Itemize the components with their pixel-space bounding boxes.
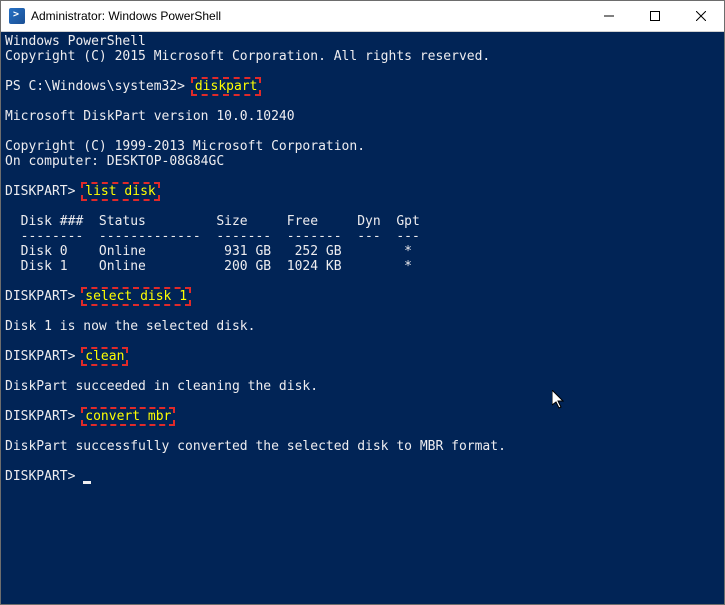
terminal-area[interactable]: Windows PowerShell Copyright (C) 2015 Mi…	[1, 32, 724, 604]
result-text: Disk 1 is now the selected disk.	[5, 319, 255, 334]
diskpart-version: Microsoft DiskPart version 10.0.10240	[5, 109, 295, 124]
diskpart-computer: On computer: DESKTOP-08G84GC	[5, 154, 224, 169]
header-line2: Copyright (C) 2015 Microsoft Corporation…	[5, 49, 490, 64]
powershell-window: Administrator: Windows PowerShell Window…	[0, 0, 725, 605]
ps-prompt: PS C:\Windows\system32>	[5, 79, 193, 94]
cmd-clean: clean	[83, 349, 126, 364]
dp-prompt: DISKPART>	[5, 409, 83, 424]
dp-prompt: DISKPART>	[5, 289, 83, 304]
window-title: Administrator: Windows PowerShell	[31, 9, 586, 23]
minimize-button[interactable]	[586, 1, 632, 31]
header-line1: Windows PowerShell	[5, 34, 146, 49]
table-sep: -------- ------------- ------- ------- -…	[5, 229, 420, 244]
cmd-diskpart: diskpart	[193, 79, 260, 94]
table-header: Disk ### Status Size Free Dyn Gpt	[5, 214, 420, 229]
maximize-button[interactable]	[632, 1, 678, 31]
mouse-cursor-icon	[552, 390, 566, 410]
text-cursor	[83, 481, 91, 484]
table-row: Disk 0 Online 931 GB 252 GB *	[5, 244, 412, 259]
cmd-convert-mbr: convert mbr	[83, 409, 173, 424]
dp-prompt: DISKPART>	[5, 349, 83, 364]
powershell-icon	[9, 8, 25, 24]
table-row: Disk 1 Online 200 GB 1024 KB *	[5, 259, 412, 274]
result-text: DiskPart succeeded in cleaning the disk.	[5, 379, 318, 394]
cmd-select-disk: select disk 1	[83, 289, 189, 304]
dp-prompt: DISKPART>	[5, 184, 83, 199]
result-text: DiskPart successfully converted the sele…	[5, 439, 506, 454]
close-button[interactable]	[678, 1, 724, 31]
diskpart-copyright: Copyright (C) 1999-2013 Microsoft Corpor…	[5, 139, 365, 154]
dp-prompt: DISKPART>	[5, 469, 83, 484]
cmd-list-disk: list disk	[83, 184, 157, 199]
titlebar[interactable]: Administrator: Windows PowerShell	[1, 1, 724, 32]
